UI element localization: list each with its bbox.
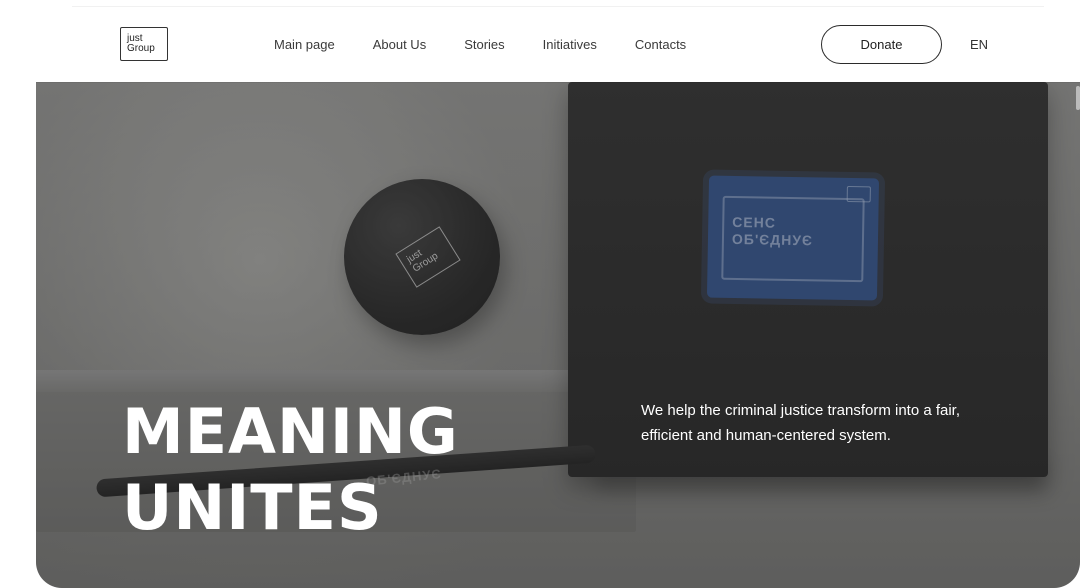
logo-text-group: Group xyxy=(127,43,155,54)
hero-headline-line-1: MEANING xyxy=(122,395,459,468)
header-top-divider xyxy=(72,6,1044,7)
site-frame: just Group Main page About Us Stories In… xyxy=(36,0,1080,588)
donate-button[interactable]: Donate xyxy=(821,25,942,64)
hero-headline-line-2: UNITES xyxy=(122,471,383,544)
language-switcher[interactable]: EN xyxy=(970,37,988,52)
brand-logo[interactable]: just Group xyxy=(120,27,168,61)
nav-item-initiatives[interactable]: Initiatives xyxy=(543,37,597,52)
nav-item-contacts[interactable]: Contacts xyxy=(635,37,686,52)
scrollbar-thumb[interactable] xyxy=(1076,86,1080,110)
nav-item-about-us[interactable]: About Us xyxy=(373,37,426,52)
hero-tagline: We help the criminal justice transform i… xyxy=(641,402,961,444)
site-header: just Group Main page About Us Stories In… xyxy=(36,0,1080,82)
nav-item-main-page[interactable]: Main page xyxy=(274,37,335,52)
main-navigation: Main page About Us Stories Initiatives C… xyxy=(274,37,686,52)
hero-section: СЕНС ОБ'ЄДНУЄ just Group ОБ'ЄДНУЄ MEANIN… xyxy=(36,82,1080,588)
hero-headline: MEANING UNITES xyxy=(122,394,459,546)
nav-item-stories[interactable]: Stories xyxy=(464,37,504,52)
